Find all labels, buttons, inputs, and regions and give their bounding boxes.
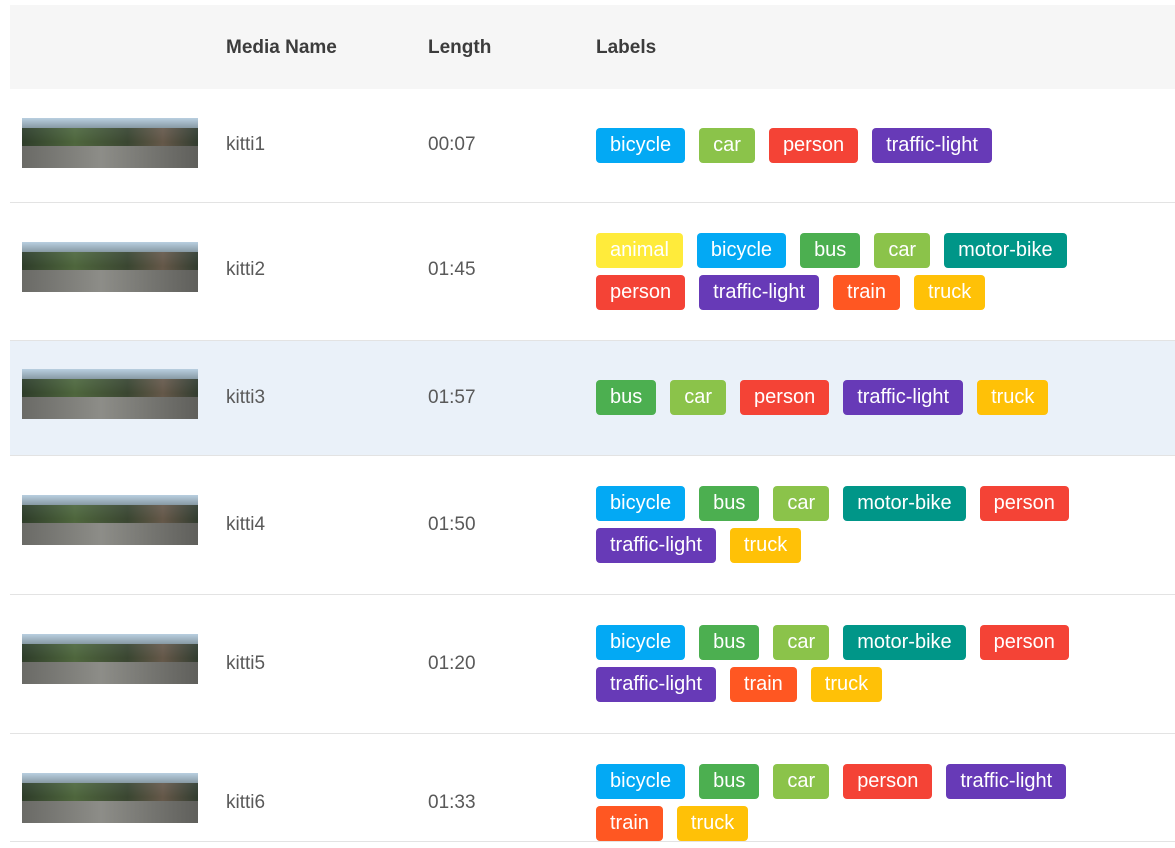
label-tag-bus[interactable]: bus <box>800 233 861 268</box>
label-tag-bicycle[interactable]: bicycle <box>596 625 686 660</box>
label-tag-truck[interactable]: truck <box>977 380 1049 415</box>
label-tag-traffic-light[interactable]: traffic-light <box>872 128 992 163</box>
column-header-labels: Labels <box>596 37 657 58</box>
media-name[interactable]: kitti5 <box>226 653 265 675</box>
labels-cell: bicycle car person traffic-light <box>596 128 1156 170</box>
media-length: 01:57 <box>428 387 476 408</box>
label-tag-motor-bike[interactable]: motor-bike <box>843 486 966 521</box>
media-length: 00:07 <box>428 134 476 155</box>
media-length: 01:50 <box>428 514 476 535</box>
table-row[interactable]: kitti4 01:50 bicycle bus car motor-bike person… <box>10 456 1175 595</box>
labels-cell: bicycle bus car motor-bike person traffic-lig… <box>596 486 1156 570</box>
video-thumbnail[interactable] <box>22 242 198 292</box>
column-header-media-name[interactable]: Media Name <box>226 5 337 89</box>
label-tag-truck[interactable]: truck <box>729 528 802 563</box>
media-name[interactable]: kitti1 <box>226 134 265 156</box>
label-tag-train[interactable]: train <box>596 806 663 841</box>
label-tag-traffic-light[interactable]: traffic-light <box>699 275 820 310</box>
label-tag-person[interactable]: person <box>740 380 830 415</box>
label-tag-car[interactable]: car <box>874 233 931 268</box>
label-tag-truck[interactable]: truck <box>676 806 749 841</box>
media-name[interactable]: kitti6 <box>226 792 265 814</box>
label-tag-truck[interactable]: truck <box>913 275 986 310</box>
table-row[interactable]: kitti2 01:45 animal bicycle bus car motor-bike… <box>10 203 1175 341</box>
media-name[interactable]: kitti3 <box>226 387 265 409</box>
label-tag-bicycle[interactable]: bicycle <box>596 128 686 163</box>
table-row[interactable]: kitti6 01:33 bicycle bus car person traffic-li… <box>10 734 1175 842</box>
video-thumbnail[interactable] <box>22 773 198 823</box>
label-tag-animal[interactable]: animal <box>596 233 683 268</box>
video-thumbnail[interactable] <box>22 118 198 168</box>
label-tag-bus[interactable]: bus <box>699 486 760 521</box>
media-name[interactable]: kitti2 <box>226 259 265 281</box>
label-tag-traffic-light[interactable]: traffic-light <box>596 528 716 563</box>
media-length: 01:33 <box>428 792 476 813</box>
labels-cell: bicycle bus car motor-bike person traffic-lig… <box>596 625 1156 709</box>
label-tag-bicycle[interactable]: bicycle <box>696 233 787 268</box>
label-tag-train[interactable]: train <box>729 667 797 702</box>
video-thumbnail[interactable] <box>22 369 198 419</box>
label-tag-car[interactable]: car <box>773 486 830 521</box>
labels-cell: bicycle bus car person traffic-light train tru… <box>596 764 1156 848</box>
label-tag-truck[interactable]: truck <box>810 667 883 702</box>
label-tag-motor-bike[interactable]: motor-bike <box>843 625 966 660</box>
labels-cell: bus car person traffic-light truck <box>596 380 1156 422</box>
label-tag-bus[interactable]: bus <box>699 625 760 660</box>
media-length: 01:20 <box>428 653 476 674</box>
label-tag-bicycle[interactable]: bicycle <box>596 486 686 521</box>
label-tag-traffic-light[interactable]: traffic-light <box>596 667 716 702</box>
table-row[interactable]: kitti3 01:57 bus car person traffic-light truc… <box>10 341 1175 456</box>
label-tag-car[interactable]: car <box>670 380 727 415</box>
label-tag-car[interactable]: car <box>773 764 830 799</box>
label-tag-car[interactable]: car <box>773 625 830 660</box>
table-row[interactable]: kitti1 00:07 bicycle car person traffic-light <box>10 89 1175 203</box>
label-tag-person[interactable]: person <box>979 486 1069 521</box>
label-tag-bus[interactable]: bus <box>699 764 760 799</box>
labels-cell: animal bicycle bus car motor-bike person traff… <box>596 233 1156 317</box>
media-length: 01:45 <box>428 259 476 280</box>
table-header: Media Name Length Labels <box>10 5 1175 89</box>
label-tag-person[interactable]: person <box>843 764 933 799</box>
label-tag-traffic-light[interactable]: traffic-light <box>946 764 1067 799</box>
label-tag-person[interactable]: person <box>768 128 859 163</box>
label-tag-car[interactable]: car <box>699 128 755 163</box>
label-tag-train[interactable]: train <box>833 275 900 310</box>
video-thumbnail[interactable] <box>22 495 198 545</box>
label-tag-motor-bike[interactable]: motor-bike <box>944 233 1067 268</box>
label-tag-bus[interactable]: bus <box>596 380 657 415</box>
label-tag-bicycle[interactable]: bicycle <box>596 764 686 799</box>
media-name[interactable]: kitti4 <box>226 514 265 536</box>
label-tag-traffic-light[interactable]: traffic-light <box>843 380 964 415</box>
video-thumbnail[interactable] <box>22 634 198 684</box>
table-row[interactable]: kitti5 01:20 bicycle bus car motor-bike person… <box>10 595 1175 734</box>
label-tag-person[interactable]: person <box>596 275 686 310</box>
label-tag-person[interactable]: person <box>979 625 1069 660</box>
column-header-length[interactable]: Length <box>428 5 491 89</box>
